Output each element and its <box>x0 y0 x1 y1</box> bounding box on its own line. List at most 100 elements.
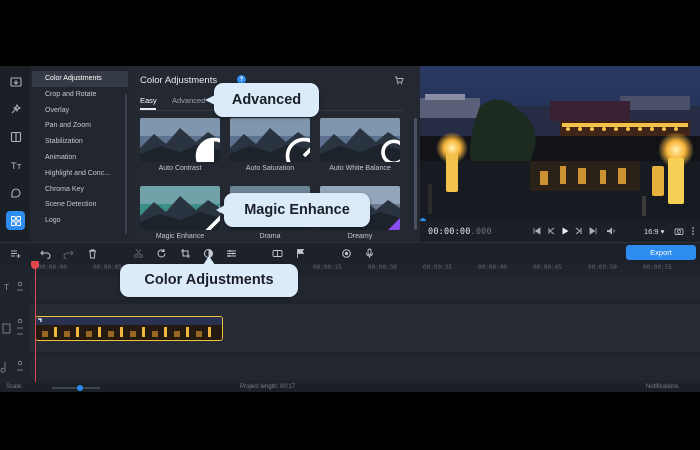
timeline-zoom-slider[interactable] <box>52 387 100 389</box>
preset-thumbnail[interactable] <box>320 118 400 162</box>
undo-icon[interactable] <box>40 248 51 259</box>
more-tools-icon[interactable] <box>6 211 25 230</box>
export-button[interactable]: Export <box>626 245 696 260</box>
cut-icon[interactable] <box>133 248 144 259</box>
magic-wand-icon <box>205 205 220 230</box>
ruler-tick-label: 00:00:25 <box>313 264 342 271</box>
preset-thumbnail[interactable] <box>230 118 310 162</box>
delete-icon[interactable] <box>87 248 98 259</box>
tab-advanced[interactable]: Advanced <box>172 96 205 105</box>
ruler-tick-label: 00:00:50 <box>588 264 617 271</box>
filters-icon[interactable] <box>6 99 25 118</box>
preset-label: Auto White Balance <box>329 165 391 172</box>
playhead[interactable] <box>35 261 36 382</box>
player-controls: 00:00:00.000 16:9 ▾ <box>420 221 700 242</box>
titles-icon[interactable]: Tт <box>6 155 25 174</box>
audio-track[interactable] <box>30 356 700 380</box>
status-bar: Scale: Project length: 00:17 Notificatio… <box>0 384 700 392</box>
video-editor-window: Tт Color Adjustments Crop and Rotate Overl… <box>0 66 700 392</box>
ruler-tick-label: 00:00:55 <box>643 264 672 271</box>
panel-scrollbar[interactable] <box>414 118 417 230</box>
preset-label: Drama <box>259 233 281 240</box>
preset-thumbnail[interactable] <box>140 186 220 230</box>
callout-advanced: Advanced <box>214 83 319 117</box>
category-item[interactable]: Logo <box>30 213 130 229</box>
tool-rail: Tт <box>0 66 30 242</box>
skip-start-icon[interactable] <box>532 226 542 236</box>
play-icon[interactable] <box>560 226 570 236</box>
category-item[interactable]: Animation <box>30 150 130 166</box>
tool-category-list: Color Adjustments Crop and Rotate Overlay P… <box>30 66 130 242</box>
category-item[interactable]: Crop and Rotate <box>30 87 130 103</box>
video-preview <box>420 66 700 221</box>
callout-advanced-pointer <box>205 95 215 105</box>
callout-magic-enhance-pointer <box>216 205 225 215</box>
tab-easy[interactable]: Easy <box>140 96 157 105</box>
previous-frame-icon[interactable] <box>546 226 556 236</box>
ruler-tick-label: 00:00:30 <box>368 264 397 271</box>
callout-color-adjustments-pointer <box>203 256 215 265</box>
bulb-icon <box>381 139 400 162</box>
preset-label: Magic Enhance <box>155 233 205 240</box>
timeline-ruler[interactable]: 00:00:0000:00:0500:00:1000:00:1500:00:20… <box>0 264 700 274</box>
video-track-controls <box>0 316 28 342</box>
title-track-controls: T <box>0 280 28 296</box>
microphone-icon[interactable] <box>364 248 375 259</box>
aspect-ratio-select[interactable]: 16:9 ▾ <box>644 227 664 236</box>
audio-track-controls <box>0 358 28 378</box>
rotate-icon[interactable] <box>156 248 167 259</box>
video-clip[interactable] <box>35 316 223 341</box>
record-webcam-icon[interactable] <box>341 248 352 259</box>
transitions-tool-icon[interactable] <box>272 248 283 259</box>
category-item[interactable]: Pan and Zoom <box>30 118 130 134</box>
clip-properties-icon[interactable] <box>226 248 237 259</box>
transitions-icon[interactable] <box>6 127 25 146</box>
ruler-tick-label: 00:00:45 <box>533 264 562 271</box>
category-item[interactable]: Stabilization <box>30 134 130 150</box>
category-item[interactable]: Scene Detection <box>30 197 130 213</box>
ruler-tick-label: 00:00:00 <box>38 264 67 271</box>
category-scrollbar[interactable] <box>125 94 127 234</box>
add-track-icon[interactable] <box>10 248 21 259</box>
timeline-tracks: T <box>0 274 700 382</box>
title-track-icon: T <box>3 283 9 292</box>
category-item[interactable]: Color Adjustments <box>32 71 128 87</box>
category-item[interactable]: Overlay <box>30 103 130 119</box>
marker-icon[interactable] <box>295 248 306 259</box>
redo-icon[interactable] <box>63 248 74 259</box>
panel-title: Color Adjustments <box>140 75 218 86</box>
edit-toolbar: Export <box>0 242 700 264</box>
callout-color-adjustments: Color Adjustments <box>120 264 298 297</box>
preset-label: Dreamy <box>347 233 373 240</box>
gauge-icon <box>285 137 310 162</box>
preset-thumbnail[interactable] <box>140 118 220 162</box>
stickers-icon[interactable] <box>6 183 25 202</box>
playhead-handle[interactable] <box>31 261 39 269</box>
project-length: Project length: 00:17 <box>240 384 296 390</box>
time-frames: .000 <box>470 227 492 237</box>
snapshot-icon[interactable] <box>674 226 684 236</box>
notifications-button[interactable]: Notifications <box>646 384 679 390</box>
volume-icon[interactable] <box>606 226 616 236</box>
skip-end-icon[interactable] <box>588 226 598 236</box>
timecode: 00:00:00.000 <box>428 227 492 237</box>
zoom-slider-handle[interactable] <box>77 385 83 391</box>
category-item[interactable]: Chroma Key <box>30 182 130 198</box>
svg-text:Tт: Tт <box>10 162 22 171</box>
import-icon[interactable] <box>6 72 25 91</box>
callout-magic-enhance: Magic Enhance <box>224 193 370 227</box>
preset-label: Auto Saturation <box>245 165 295 172</box>
preset-label: Auto Contrast <box>158 165 202 172</box>
next-frame-icon[interactable] <box>574 226 584 236</box>
ruler-tick-label: 00:00:40 <box>478 264 507 271</box>
more-options-icon[interactable] <box>688 226 698 236</box>
contrast-icon <box>195 137 220 162</box>
category-item[interactable]: Highlight and Conc... <box>30 166 130 182</box>
ruler-tick-label: 00:00:05 <box>93 264 122 271</box>
ruler-tick-label: 00:00:35 <box>423 264 452 271</box>
crop-icon[interactable] <box>180 248 191 259</box>
scale-label: Scale: <box>6 384 23 390</box>
preview-frame <box>420 66 700 221</box>
store-icon[interactable] <box>394 75 404 85</box>
time-current: 00:00:00 <box>428 227 471 237</box>
